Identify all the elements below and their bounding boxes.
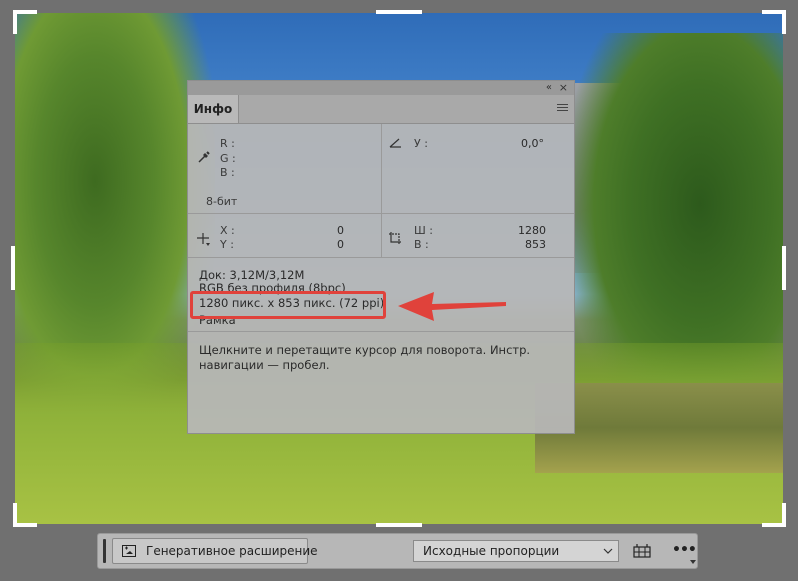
annotation-arrow-icon xyxy=(398,292,506,321)
x-value: 0 xyxy=(337,224,344,237)
tab-info[interactable]: Инфо xyxy=(188,95,239,123)
r-label: R : xyxy=(220,137,235,150)
panel-header-strip: « × xyxy=(188,81,574,95)
crop-handle-bottom-right-v[interactable] xyxy=(782,503,786,527)
close-icon[interactable]: × xyxy=(559,81,568,95)
height-label: В : xyxy=(414,238,429,251)
panel-tabbar: Инфо xyxy=(188,95,574,124)
eyedropper-icon xyxy=(198,151,210,163)
crop-handle-right[interactable] xyxy=(782,246,786,290)
crop-handle-bottom-left-v[interactable] xyxy=(13,503,17,527)
angle-label: У : xyxy=(414,137,428,150)
generative-expand-icon xyxy=(122,545,136,557)
contextual-taskbar: Генеративное расширение Исходные пропорц… xyxy=(97,533,698,569)
g-label: G : xyxy=(220,152,236,165)
crop-handle-bottom[interactable] xyxy=(376,523,422,527)
info-panel: « × Инфо R : G : B : 8-бит У : 0,0° X : … xyxy=(187,80,575,434)
hint-text: Щелкните и перетащите курсор для поворот… xyxy=(199,343,531,372)
crop-handle-top-right-v[interactable] xyxy=(782,10,786,34)
width-value: 1280 xyxy=(518,224,546,237)
crop-handle-top[interactable] xyxy=(376,10,422,14)
y-value: 0 xyxy=(337,238,344,251)
crop-handle-left[interactable] xyxy=(11,246,15,290)
bit-depth: 8-бит xyxy=(206,195,238,208)
taskbar-options-corner-icon[interactable] xyxy=(690,560,696,564)
grid-overlay-icon[interactable] xyxy=(632,543,652,559)
more-options-icon[interactable]: ••• xyxy=(672,542,697,558)
doc-size-line: Док: 3,12M/3,12M xyxy=(199,268,305,282)
collapse-icon[interactable]: « xyxy=(546,81,552,95)
angle-icon xyxy=(389,138,401,148)
b-label: B : xyxy=(220,166,235,179)
angle-value: 0,0° xyxy=(521,137,544,150)
y-label: Y : xyxy=(220,238,234,251)
chevron-down-icon xyxy=(603,548,613,554)
panel-menu-icon[interactable] xyxy=(557,104,568,113)
x-label: X : xyxy=(220,224,235,237)
aspect-ratio-select[interactable]: Исходные пропорции xyxy=(413,540,619,562)
aspect-ratio-value: Исходные пропорции xyxy=(423,544,560,558)
height-value: 853 xyxy=(525,238,546,251)
generative-expand-label: Генеративное расширение xyxy=(146,544,318,558)
width-label: Ш : xyxy=(414,224,433,237)
taskbar-grip-handle[interactable] xyxy=(103,539,106,563)
generative-expand-button[interactable]: Генеративное расширение xyxy=(112,538,318,564)
crop-handle-top-left-v[interactable] xyxy=(13,10,17,34)
annotation-highlight-box xyxy=(190,291,386,319)
crosshair-icon xyxy=(197,233,210,246)
crop-size-icon xyxy=(389,232,401,244)
